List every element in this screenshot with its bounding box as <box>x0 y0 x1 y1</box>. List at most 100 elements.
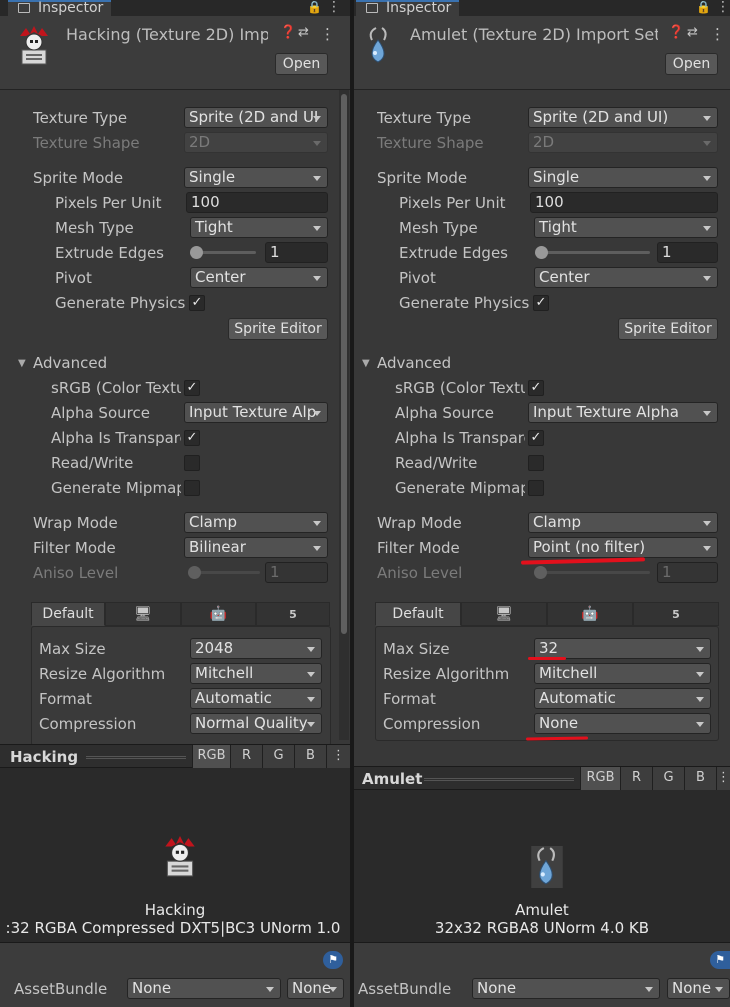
compression-dropdown[interactable]: None <box>534 713 711 734</box>
extrude-edges-slider-thumb[interactable] <box>535 246 548 259</box>
monitor-icon: 🖥 <box>495 606 513 622</box>
alpha-source-dropdown[interactable]: Input Texture Alp <box>184 402 328 423</box>
more-vertical-icon[interactable]: ⋮ <box>326 745 350 769</box>
inspector-scrollbar[interactable] <box>339 90 349 740</box>
foldout-arrow-icon[interactable]: ▼ <box>362 358 370 369</box>
preset-sliders-icon[interactable]: ⇄ <box>298 25 309 40</box>
max-size-dropdown[interactable]: 32 <box>534 638 711 659</box>
resize-algorithm-dropdown[interactable]: Mitchell <box>190 663 322 684</box>
channel-r-button[interactable]: R <box>620 767 652 791</box>
lock-icon[interactable]: 🔒 <box>307 0 322 14</box>
wrap-mode-dropdown[interactable]: Clamp <box>528 512 718 533</box>
tab-platform-webgl[interactable]: 5 <box>633 602 719 626</box>
inspector-tab[interactable]: Inspector <box>8 0 112 16</box>
preset-sliders-icon[interactable]: ⇄ <box>687 25 698 40</box>
asset-bundle-variant-dropdown[interactable]: None <box>287 978 344 999</box>
generate-mipmap-label: Generate Mipmap <box>51 479 181 497</box>
sprite-mode-dropdown[interactable]: Single <box>528 167 718 188</box>
tab-platform-default[interactable]: Default <box>375 602 461 626</box>
asset-bundle-variant-dropdown[interactable]: None <box>667 978 730 999</box>
channel-rgb-button[interactable]: RGB <box>192 745 230 769</box>
asset-bundle-dropdown[interactable]: None <box>472 978 660 999</box>
foldout-arrow-icon[interactable]: ▼ <box>18 358 26 369</box>
amulet-preview-image <box>531 846 563 888</box>
sprite-mode-dropdown[interactable]: Single <box>184 167 328 188</box>
tab-platform-default[interactable]: Default <box>31 602 105 626</box>
channel-g-button[interactable]: G <box>262 745 294 769</box>
filter-mode-dropdown[interactable]: Bilinear <box>184 537 328 558</box>
pixels-per-unit-field[interactable]: 100 <box>530 192 718 213</box>
asset-label-icon[interactable]: ⚑ <box>710 951 730 969</box>
alpha-is-transparency-checkbox[interactable]: ✓ <box>184 430 200 446</box>
more-vertical-icon[interactable]: ⋮ <box>320 25 335 43</box>
more-vertical-icon[interactable]: ⋮ <box>716 767 730 791</box>
sprite-editor-button[interactable]: Sprite Editor <box>228 318 328 340</box>
channel-b-button[interactable]: B <box>294 745 326 769</box>
more-vertical-icon[interactable]: ⋮ <box>327 0 341 14</box>
advanced-foldout[interactable]: Advanced <box>377 354 451 372</box>
read-write-checkbox[interactable] <box>184 455 200 471</box>
alpha-is-transparency-checkbox[interactable]: ✓ <box>528 430 544 446</box>
help-icon[interactable]: ❓ <box>280 25 296 40</box>
mesh-type-dropdown[interactable]: Tight <box>190 217 328 238</box>
pixels-per-unit-label: Pixels Per Unit <box>55 194 162 212</box>
scrollbar-thumb[interactable] <box>341 94 347 634</box>
open-button[interactable]: Open <box>665 53 718 75</box>
extrude-edges-label: Extrude Edges <box>55 244 164 262</box>
wrap-mode-label: Wrap Mode <box>377 514 462 532</box>
extrude-edges-slider-track[interactable] <box>538 251 650 254</box>
pixels-per-unit-field[interactable]: 100 <box>186 192 328 213</box>
asset-label-icon[interactable]: ⚑ <box>323 951 343 969</box>
sprite-editor-button[interactable]: Sprite Editor <box>618 318 718 340</box>
more-vertical-icon[interactable]: ⋮ <box>716 0 730 14</box>
srgb-checkbox[interactable]: ✓ <box>184 380 200 396</box>
channel-g-button[interactable]: G <box>652 767 684 791</box>
help-icon[interactable]: ❓ <box>668 25 684 40</box>
pivot-dropdown[interactable]: Center <box>190 267 328 288</box>
preview-drag-handle[interactable] <box>424 778 574 781</box>
extrude-edges-slider-track[interactable] <box>194 251 256 254</box>
channel-rgb-button[interactable]: RGB <box>580 767 620 791</box>
format-dropdown[interactable]: Automatic <box>534 688 711 709</box>
mesh-type-label: Mesh Type <box>55 219 134 237</box>
tab-platform-standalone[interactable]: 🖥 <box>461 602 547 626</box>
lock-icon[interactable]: 🔒 <box>696 0 711 14</box>
pivot-dropdown[interactable]: Center <box>534 267 718 288</box>
open-button[interactable]: Open <box>275 53 328 75</box>
channel-b-button[interactable]: B <box>684 767 716 791</box>
channel-r-button[interactable]: R <box>230 745 262 769</box>
asset-bundle-dropdown[interactable]: None <box>127 978 281 999</box>
preview-drag-handle[interactable] <box>86 756 186 759</box>
inspector-title: Hacking (Texture 2D) Impo <box>66 25 268 44</box>
advanced-foldout[interactable]: Advanced <box>33 354 107 372</box>
max-size-dropdown[interactable]: 2048 <box>190 638 322 659</box>
generate-mipmap-checkbox[interactable] <box>184 480 200 496</box>
generate-physics-checkbox[interactable]: ✓ <box>189 295 205 311</box>
tab-platform-standalone[interactable]: 🖥 <box>105 602 181 626</box>
generate-mipmap-checkbox[interactable] <box>528 480 544 496</box>
alpha-source-dropdown[interactable]: Input Texture Alpha <box>528 402 718 423</box>
format-dropdown[interactable]: Automatic <box>190 688 322 709</box>
compression-dropdown[interactable]: Normal Quality <box>190 713 322 734</box>
texture-type-dropdown[interactable]: Sprite (2D and UI <box>184 107 328 128</box>
read-write-checkbox[interactable] <box>528 455 544 471</box>
mesh-type-dropdown[interactable]: Tight <box>534 217 718 238</box>
extrude-edges-field[interactable]: 1 <box>265 242 328 263</box>
extrude-edges-field[interactable]: 1 <box>657 242 718 263</box>
srgb-checkbox[interactable]: ✓ <box>528 380 544 396</box>
generate-physics-checkbox[interactable]: ✓ <box>533 295 549 311</box>
aniso-level-slider-thumb <box>188 566 201 579</box>
srgb-label: sRGB (Color Textu <box>395 379 525 397</box>
wrap-mode-label: Wrap Mode <box>33 514 118 532</box>
resize-algorithm-dropdown[interactable]: Mitchell <box>534 663 711 684</box>
extrude-edges-slider-thumb[interactable] <box>190 246 203 259</box>
wrap-mode-dropdown[interactable]: Clamp <box>184 512 328 533</box>
tab-platform-android[interactable]: 🤖 <box>547 602 633 626</box>
texture-type-dropdown[interactable]: Sprite (2D and UI) <box>528 107 718 128</box>
tab-platform-android[interactable]: 🤖 <box>181 602 256 626</box>
filter-mode-dropdown[interactable]: Point (no filter) <box>528 537 718 558</box>
texture-shape-dropdown: 2D <box>184 132 328 153</box>
more-vertical-icon[interactable]: ⋮ <box>710 25 725 43</box>
inspector-tab[interactable]: Inspector <box>356 0 460 16</box>
tab-platform-webgl[interactable]: 5 <box>256 602 330 626</box>
